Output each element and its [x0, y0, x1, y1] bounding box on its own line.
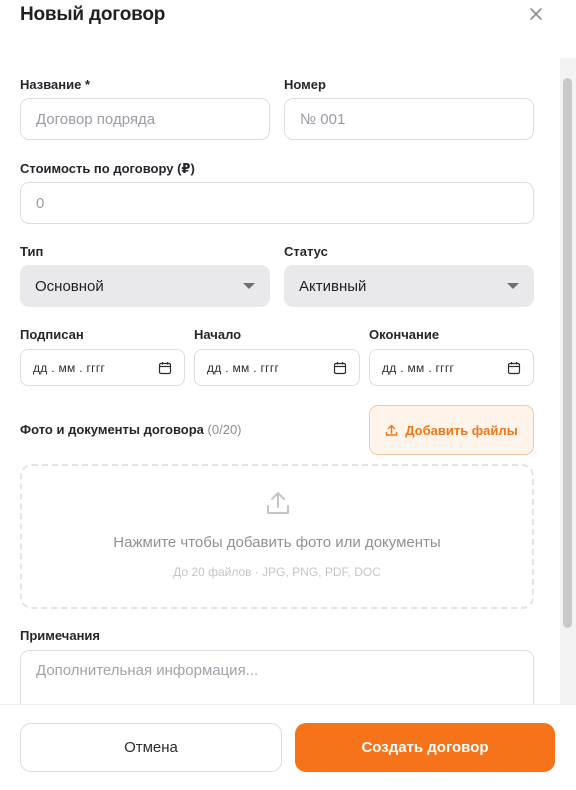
name-label: Название * [20, 77, 91, 92]
close-button[interactable] [524, 2, 548, 26]
end-date-placeholder: дд . мм . гггг [382, 360, 455, 375]
add-files-label: Добавить файлы [405, 422, 518, 438]
dialog-footer: Отмена Создать договор [0, 704, 576, 790]
dialog-title: Новый договор [20, 4, 166, 25]
create-contract-button[interactable]: Создать договор [295, 723, 555, 772]
files-label: Фото и документы договора (0/20) [20, 422, 242, 437]
cancel-button[interactable]: Отмена [20, 723, 282, 772]
calendar-icon[interactable] [158, 361, 172, 375]
dropzone-sub-text: До 20 файлов · JPG, PNG, PDF, DOC [173, 565, 381, 579]
dropzone-main-text: Нажмите чтобы добавить фото или документ… [113, 534, 441, 551]
upload-icon [267, 492, 289, 514]
file-dropzone[interactable]: Нажмите чтобы добавить фото или документ… [20, 464, 534, 609]
dialog-header: Новый договор [0, 0, 576, 58]
signed-date-input[interactable]: дд . мм . гггг [20, 349, 185, 386]
start-date-placeholder: дд . мм . гггг [207, 360, 280, 375]
signed-date-placeholder: дд . мм . гггг [33, 360, 106, 375]
start-date-input[interactable]: дд . мм . гггг [194, 349, 360, 386]
files-count: (0/20) [207, 422, 242, 437]
start-label: Начало [194, 327, 242, 342]
number-input[interactable]: № 001 [284, 98, 534, 140]
status-select-value: Активный [299, 277, 367, 295]
end-label: Окончание [369, 327, 440, 342]
dialog-body: Название * Договор подряда Номер № 001 С… [0, 58, 576, 704]
status-label: Статус [284, 244, 328, 259]
cost-input[interactable]: 0 [20, 182, 534, 224]
type-select[interactable]: Основной [20, 265, 270, 307]
files-label-text: Фото и документы договора [20, 422, 204, 437]
add-files-button[interactable]: Добавить файлы [369, 405, 534, 455]
signed-label: Подписан [20, 327, 84, 342]
notes-label: Примечания [20, 628, 101, 643]
notes-textarea[interactable]: Дополнительная информация... [20, 650, 534, 704]
number-label: Номер [284, 77, 326, 92]
calendar-icon[interactable] [507, 361, 521, 375]
name-input[interactable]: Договор подряда [20, 98, 270, 140]
upload-icon [386, 424, 398, 436]
status-select[interactable]: Активный [284, 265, 534, 307]
calendar-icon[interactable] [333, 361, 347, 375]
end-date-input[interactable]: дд . мм . гггг [369, 349, 534, 386]
chevron-down-icon [243, 283, 255, 289]
scrollbar-thumb[interactable] [563, 78, 572, 628]
cost-label: Стоимость по договору (₽) [20, 161, 195, 176]
chevron-down-icon [507, 283, 519, 289]
type-label: Тип [20, 244, 44, 259]
type-select-value: Основной [35, 277, 104, 295]
scrollbar[interactable] [560, 58, 576, 704]
close-icon [530, 8, 542, 20]
